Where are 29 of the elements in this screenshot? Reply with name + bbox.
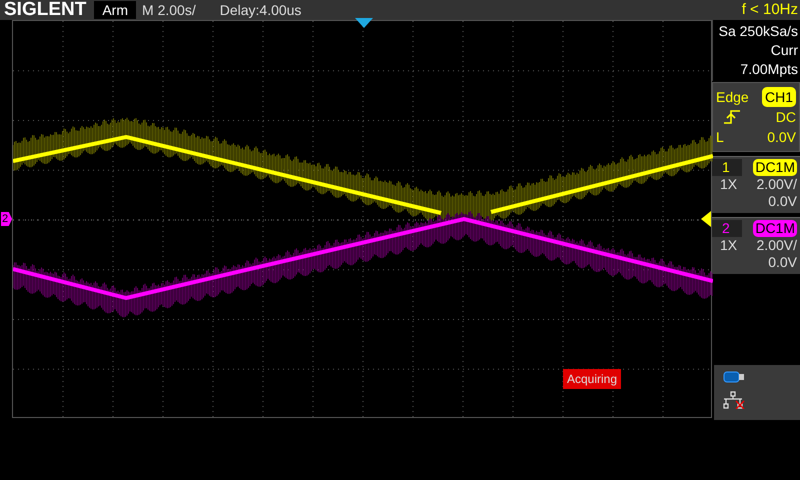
channel-number: 1 — [712, 159, 742, 176]
run-state: Arm — [94, 1, 136, 19]
trigger-coupling-label: DC — [776, 108, 796, 127]
trigger-type-label: Edge — [716, 88, 749, 107]
trigger-position-icon — [355, 18, 373, 28]
trigger-source-badge: CH1 — [762, 87, 796, 107]
trigger-level-label: 0.0V — [767, 128, 796, 147]
offset-label: 0.0V — [768, 193, 797, 210]
usb-drive-icon — [723, 371, 745, 383]
timebase-label: M 2.00s/ — [142, 1, 196, 20]
trigger-mode-label: L — [716, 128, 724, 147]
channel-number: 2 — [712, 220, 742, 237]
frequency-label: f < 10Hz — [742, 0, 799, 20]
sample-rate-label: Sa 250kSa/s — [718, 22, 798, 41]
brand-logo: SIGLENT — [3, 0, 88, 20]
probe-label: 1X — [720, 237, 738, 254]
status-label: Acquiring — [563, 369, 622, 389]
probe-label: 1X — [720, 176, 738, 193]
network-disconnected-icon — [721, 391, 745, 409]
rising-edge-icon — [724, 110, 740, 124]
coupling-badge: DC1M — [753, 159, 797, 176]
scale-label: 2.00V/ — [756, 237, 797, 254]
coupling-badge: DC1M — [753, 220, 797, 237]
trigger-level-icon — [701, 211, 711, 227]
memory-depth-label: Curr 7.00Mpts — [739, 41, 798, 79]
scale-label: 2.00V/ — [756, 176, 797, 193]
channel-marker: 2 — [1, 212, 12, 226]
offset-label: 0.0V — [768, 254, 797, 271]
delay-label: Delay:4.00us — [220, 1, 302, 20]
